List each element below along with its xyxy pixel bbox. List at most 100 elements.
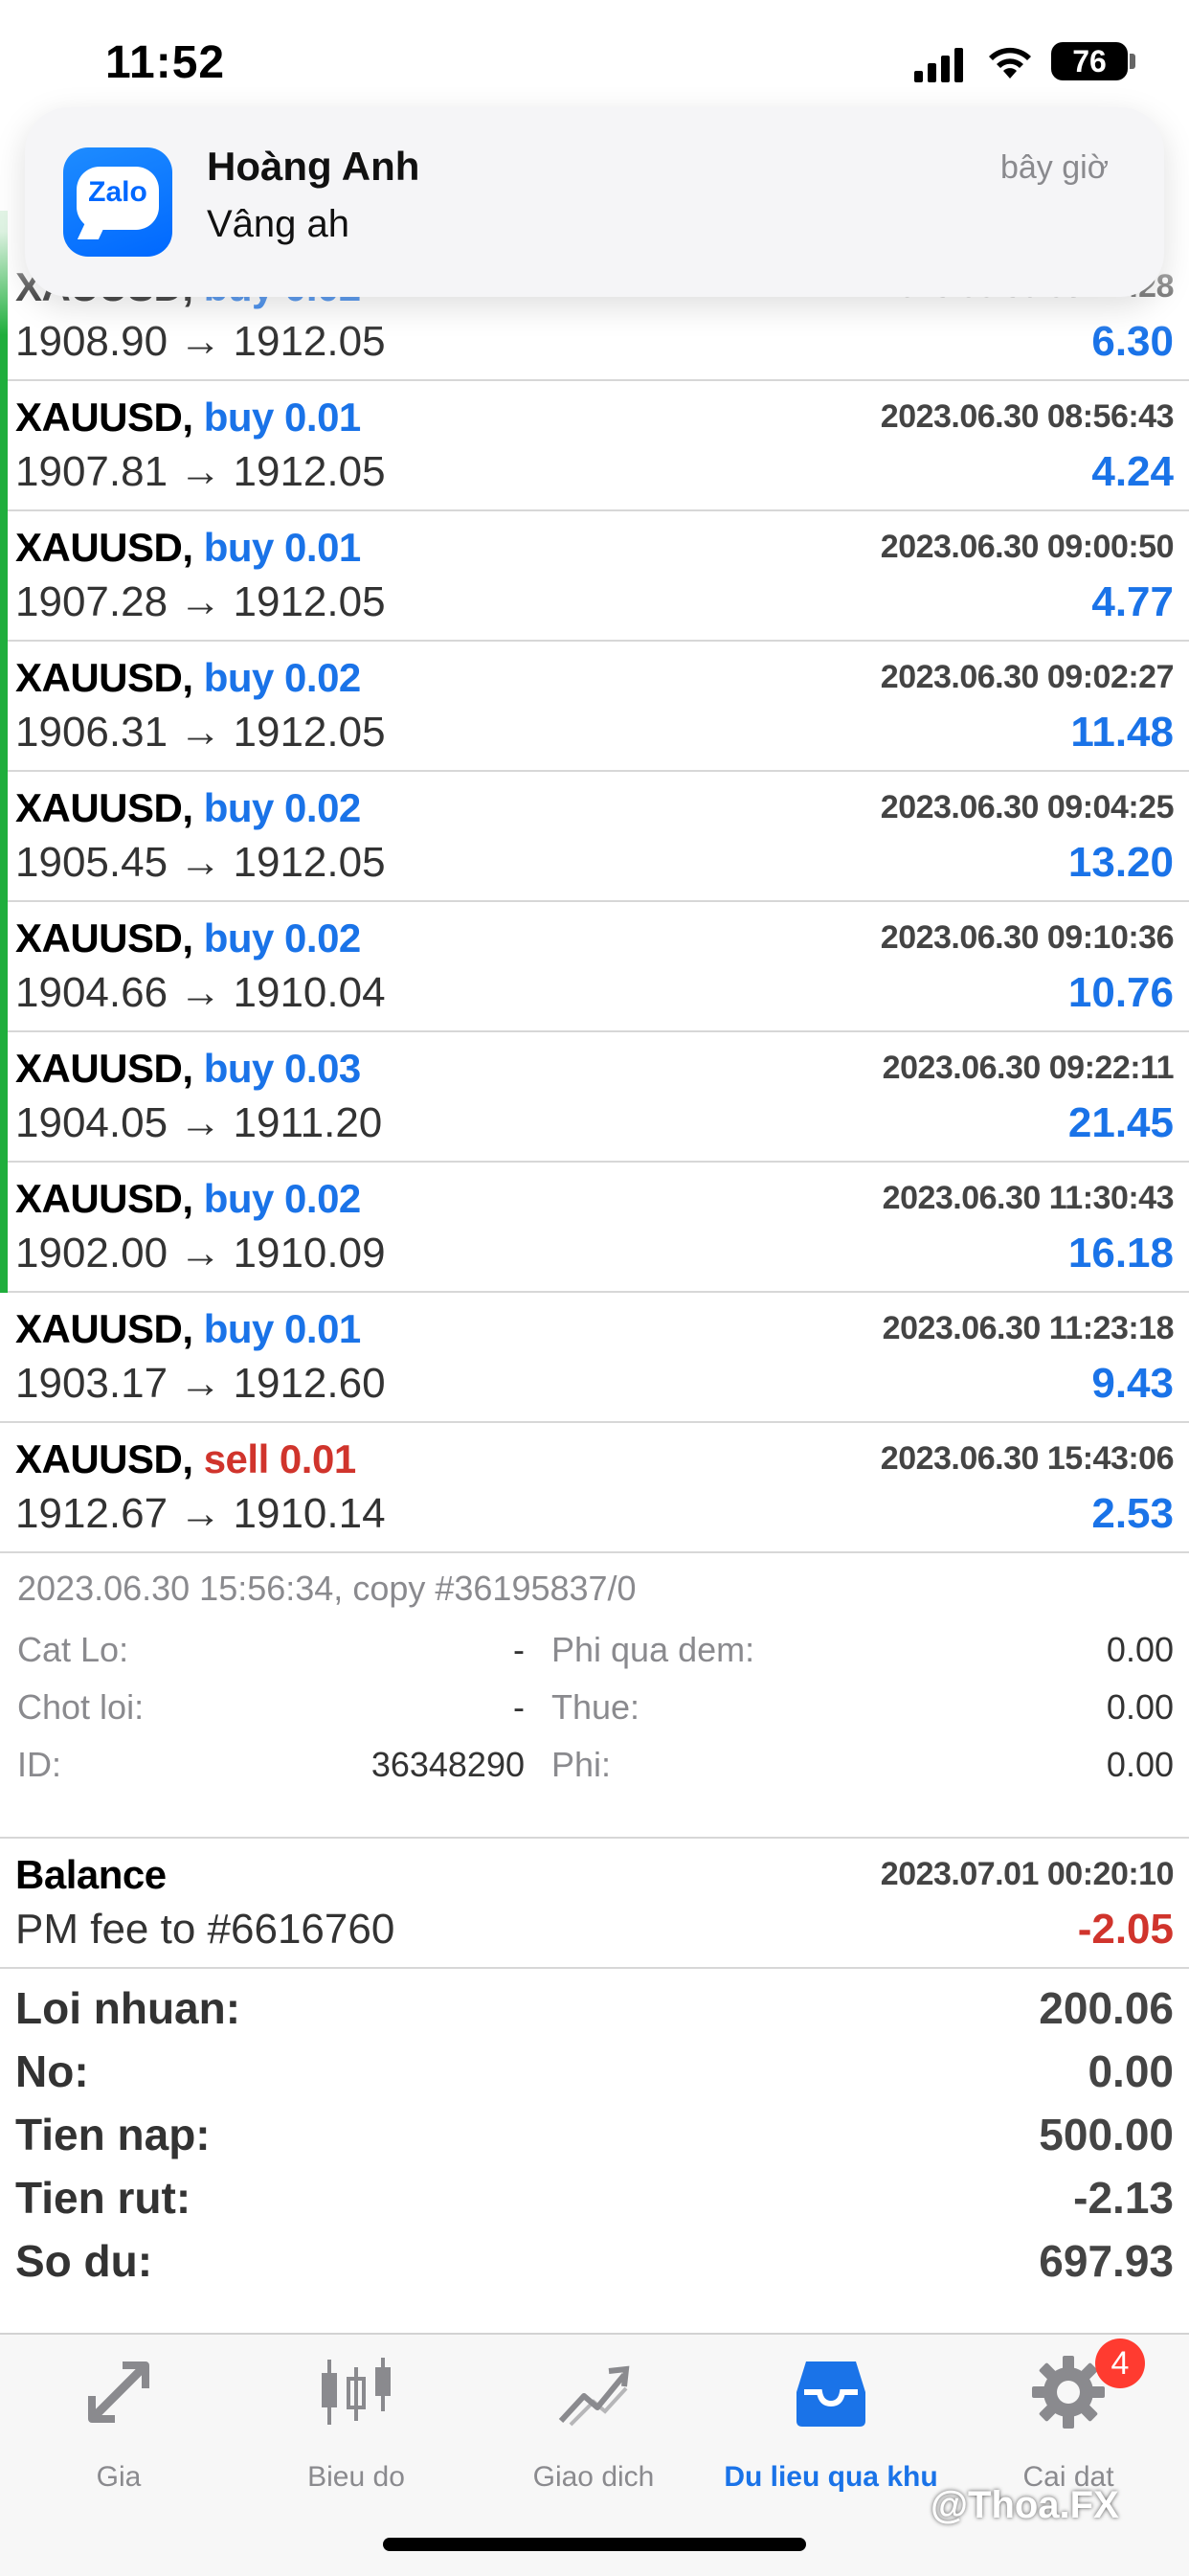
account-summary: Loi nhuan: 200.06 No: 0.00 Tien nap: 500… <box>0 1969 1189 2304</box>
trade-symbol: XAUUSD, buy 0.01 <box>15 1306 361 1352</box>
zalo-app-icon: Zalo <box>63 147 172 257</box>
trade-profit: 4.24 <box>1091 448 1174 495</box>
trade-prices: 1904.66 → 1910.04 <box>15 969 386 1016</box>
balance-row[interactable]: Balance 2023.07.01 00:20:10 PM fee to #6… <box>0 1839 1189 1969</box>
stop-loss-value: - <box>513 1630 525 1669</box>
summary-line: Tien rut: -2.13 <box>0 2172 1189 2233</box>
balance-time: 2023.07.01 00:20:10 <box>880 1856 1175 1892</box>
trade-chart-icon <box>558 2365 630 2427</box>
trade-profit: 13.20 <box>1067 839 1174 886</box>
symbol-text: XAUUSD, <box>15 395 193 440</box>
trade-prices: 1903.17 → 1912.60 <box>15 1360 386 1407</box>
summary-line: No: 0.00 <box>0 2045 1189 2107</box>
swap-value: 0.00 <box>1106 1630 1174 1669</box>
trade-row[interactable]: XAUUSD, sell 0.01 2023.06.30 15:43:06 19… <box>0 1423 1189 1553</box>
trade-side: buy 0.01 <box>203 395 362 440</box>
trade-profit: 16.18 <box>1067 1230 1174 1277</box>
trade-prices: 1907.28 → 1912.05 <box>15 578 386 625</box>
trade-symbol: XAUUSD, buy 0.03 <box>15 1046 361 1092</box>
trade-row[interactable]: XAUUSD, buy 0.02 2023.06.30 09:02:27 190… <box>0 642 1189 772</box>
summary-value: 697.93 <box>1039 2236 1174 2286</box>
symbol-text: XAUUSD, <box>15 1306 193 1351</box>
summary-value: 200.06 <box>1039 1983 1174 2033</box>
trade-prices: 1905.45 → 1912.05 <box>15 839 386 886</box>
wifi-icon <box>989 47 1031 79</box>
trade-profit: 2.53 <box>1091 1490 1174 1537</box>
notification-banner[interactable]: Zalo Hoàng Anh Vâng ah bây giờ <box>25 107 1164 297</box>
copy-line: 2023.06.30 15:56:34, copy #36195837/0 <box>17 1569 637 1608</box>
summary-value: -2.13 <box>1073 2173 1174 2223</box>
id-label: ID: <box>17 1745 62 1784</box>
trade-prices: 1907.81 → 1912.05 <box>15 448 386 495</box>
trade-row[interactable]: XAUUSD, buy 0.02 2023.06.30 11:30:43 190… <box>0 1163 1189 1293</box>
trade-side: buy 0.03 <box>203 1046 362 1091</box>
trade-row[interactable]: XAUUSD, buy 0.02 2023.06.30 09:10:36 190… <box>0 902 1189 1032</box>
battery-icon: 76 <box>1051 42 1128 80</box>
trade-row[interactable]: XAUUSD, buy 0.03 2023.06.30 09:22:11 190… <box>0 1032 1189 1163</box>
balance-title: Balance <box>15 1852 167 1897</box>
summary-value: 500.00 <box>1039 2110 1174 2159</box>
symbol-text: XAUUSD, <box>15 525 193 570</box>
zalo-logo-text: Zalo <box>88 176 147 208</box>
symbol-text: XAUUSD, <box>15 655 193 700</box>
trade-prices: 1906.31 → 1912.05 <box>15 709 386 756</box>
trade-side: buy 0.02 <box>203 915 362 960</box>
trade-profit: 4.77 <box>1091 578 1174 625</box>
tab-giao-dich-label: Giao dich <box>532 2461 655 2493</box>
symbol-text: XAUUSD, <box>15 1176 193 1221</box>
take-profit-value: - <box>513 1687 525 1727</box>
trade-symbol: XAUUSD, buy 0.02 <box>15 1176 361 1222</box>
trade-profit: 11.48 <box>1070 709 1174 756</box>
symbol-text: XAUUSD, <box>15 915 193 960</box>
trade-time: 2023.06.30 09:00:50 <box>880 529 1175 565</box>
settings-notification-badge: 4 <box>1095 2339 1145 2388</box>
history-inbox-icon <box>796 2361 865 2427</box>
tab-giao-dich[interactable]: Giao dich <box>475 2354 712 2507</box>
trade-prices: 1902.00 → 1910.09 <box>15 1230 386 1277</box>
trade-symbol: XAUUSD, sell 0.01 <box>15 1436 356 1482</box>
trade-prices: 1912.67 → 1910.14 <box>15 1490 386 1537</box>
cellular-signal-icon <box>914 48 964 82</box>
trade-time: 2023.06.30 15:43:06 <box>880 1440 1175 1477</box>
summary-label: Loi nhuan: <box>15 1983 241 2033</box>
tab-gia-label: Gia <box>96 2461 142 2493</box>
trade-profit: 10.76 <box>1067 969 1174 1016</box>
candlestick-chart-icon <box>322 2358 391 2425</box>
stop-loss-label: Cat Lo: <box>17 1630 129 1669</box>
trade-side: buy 0.02 <box>203 785 362 830</box>
tax-value: 0.00 <box>1106 1687 1174 1727</box>
trade-detail-panel: 2023.06.30 15:56:34, copy #36195837/0 Ca… <box>0 1553 1189 1839</box>
trade-time: 2023.06.30 09:02:27 <box>880 659 1175 695</box>
trade-profit: 21.45 <box>1067 1099 1174 1146</box>
fee-value: 0.00 <box>1106 1745 1174 1784</box>
notification-body: Vâng ah <box>207 203 350 245</box>
tab-gia[interactable]: Gia <box>0 2354 237 2507</box>
trade-row[interactable]: XAUUSD, buy 0.02 2023.06.30 09:04:25 190… <box>0 772 1189 902</box>
status-time: 11:52 <box>105 37 226 88</box>
symbol-text: XAUUSD, <box>15 1046 193 1091</box>
tab-bieu-do-label: Bieu do <box>307 2461 405 2493</box>
tab-bieu-do[interactable]: Bieu do <box>237 2354 475 2507</box>
trade-profit: 9.43 <box>1091 1360 1174 1407</box>
summary-line: Loi nhuan: 200.06 <box>0 1982 1189 2044</box>
trade-time: 2023.06.30 09:10:36 <box>880 919 1175 956</box>
summary-label: Tien rut: <box>15 2173 191 2223</box>
trade-row[interactable]: XAUUSD, buy 0.01 2023.06.30 09:00:50 190… <box>0 511 1189 642</box>
trade-symbol: XAUUSD, buy 0.01 <box>15 395 361 441</box>
trade-history-list: XAUUSD, buy 0.02 2023.06.30 08:17:28 190… <box>0 251 1189 2304</box>
trade-row[interactable]: XAUUSD, buy 0.01 2023.06.30 11:23:18 190… <box>0 1293 1189 1423</box>
summary-label: Tien nap: <box>15 2110 211 2159</box>
swap-label: Phi qua dem: <box>551 1630 755 1669</box>
trade-time: 2023.06.30 09:22:11 <box>882 1050 1175 1086</box>
trade-symbol: XAUUSD, buy 0.01 <box>15 525 361 571</box>
trade-time: 2023.06.30 11:23:18 <box>882 1310 1175 1346</box>
tab-du-lieu-qua-khu[interactable]: Du lieu qua khu <box>712 2354 950 2507</box>
trade-time: 2023.06.30 08:56:43 <box>880 398 1175 435</box>
take-profit-label: Chot loi: <box>17 1687 145 1727</box>
trade-row[interactable]: XAUUSD, buy 0.01 2023.06.30 08:56:43 190… <box>0 381 1189 511</box>
trade-side: buy 0.01 <box>203 1306 362 1351</box>
home-indicator[interactable] <box>383 2538 806 2551</box>
trade-side: sell 0.01 <box>203 1436 356 1481</box>
summary-label: So du: <box>15 2236 153 2286</box>
symbol-text: XAUUSD, <box>15 1436 193 1481</box>
